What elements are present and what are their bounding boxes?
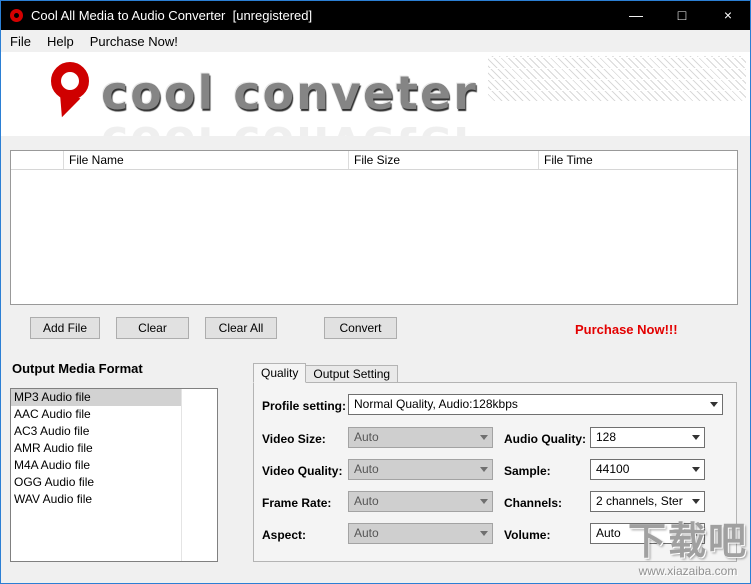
format-item-amr[interactable]: AMR Audio file: [11, 440, 181, 457]
logo-text: cool conveter: [101, 66, 478, 120]
format-item-m4a[interactable]: M4A Audio file: [11, 457, 181, 474]
chevron-down-icon: [475, 460, 492, 479]
aspect-value: Auto: [354, 524, 474, 543]
settings-tabs: Quality Output Setting: [253, 363, 397, 383]
add-file-button[interactable]: Add File: [30, 317, 100, 339]
column-index[interactable]: [11, 151, 64, 169]
chevron-down-icon: [705, 395, 722, 414]
app-icon: [10, 9, 23, 22]
chevron-down-icon: [687, 492, 704, 511]
frame-rate-label: Frame Rate:: [262, 496, 331, 510]
chevron-down-icon: [475, 492, 492, 511]
sample-value: 44100: [596, 460, 686, 479]
clear-all-button[interactable]: Clear All: [205, 317, 277, 339]
volume-label: Volume:: [504, 528, 550, 542]
minimize-button[interactable]: —: [613, 0, 659, 30]
audio-quality-select[interactable]: 128: [590, 427, 705, 448]
channels-label: Channels:: [504, 496, 562, 510]
chevron-down-icon: [475, 428, 492, 447]
watermark-text: 下载吧: [628, 522, 748, 564]
file-list-body: [11, 170, 737, 304]
channels-value: 2 channels, Ster: [596, 492, 686, 511]
chevron-down-icon: [687, 460, 704, 479]
menu-help[interactable]: Help: [39, 30, 82, 52]
video-quality-label: Video Quality:: [262, 464, 342, 478]
format-item-ac3[interactable]: AC3 Audio file: [11, 423, 181, 440]
output-format-list: MP3 Audio file AAC Audio file AC3 Audio …: [10, 388, 218, 562]
titlebar: Cool All Media to Audio Converter [unreg…: [0, 0, 751, 30]
menu-file[interactable]: File: [1, 30, 39, 52]
convert-button[interactable]: Convert: [324, 317, 397, 339]
chevron-down-icon: [687, 428, 704, 447]
banner-stripes-decoration: [488, 56, 746, 102]
frame-rate-value: Auto: [354, 492, 474, 511]
aspect-select: Auto: [348, 523, 493, 544]
aspect-label: Aspect:: [262, 528, 306, 542]
window-title: Cool All Media to Audio Converter [unreg…: [31, 8, 312, 23]
format-item-ogg[interactable]: OGG Audio file: [11, 474, 181, 491]
format-item-mp3[interactable]: MP3 Audio file: [11, 389, 181, 406]
clear-button[interactable]: Clear: [116, 317, 189, 339]
frame-rate-select: Auto: [348, 491, 493, 512]
window-controls: — □ ×: [613, 0, 751, 30]
maximize-button[interactable]: □: [659, 0, 705, 30]
column-file-name[interactable]: File Name: [64, 151, 349, 169]
audio-quality-value: 128: [596, 428, 686, 447]
site-watermark: 下载吧 www.xiazaiba.com: [628, 522, 748, 578]
video-size-select: Auto: [348, 427, 493, 448]
profile-setting-select[interactable]: Normal Quality, Audio:128kbps: [348, 394, 723, 415]
close-button[interactable]: ×: [705, 0, 751, 30]
sample-label: Sample:: [504, 464, 551, 478]
purchase-now-link[interactable]: Purchase Now!!!: [575, 322, 678, 337]
watermark-url: www.xiazaiba.com: [628, 564, 748, 578]
profile-setting-label: Profile setting:: [262, 399, 346, 413]
output-media-format-label: Output Media Format: [12, 361, 143, 376]
list-column-divider: [181, 389, 182, 561]
column-file-time[interactable]: File Time: [539, 151, 737, 169]
banner: cool conveter cool conveter: [1, 52, 750, 136]
tab-output-setting[interactable]: Output Setting: [305, 365, 398, 383]
logo-icon: [47, 60, 97, 118]
column-file-size[interactable]: File Size: [349, 151, 539, 169]
menu-purchase-now[interactable]: Purchase Now!: [82, 30, 186, 52]
sample-select[interactable]: 44100: [590, 459, 705, 480]
file-list-header: File Name File Size File Time: [11, 151, 737, 170]
audio-quality-label: Audio Quality:: [504, 432, 586, 446]
menubar: File Help Purchase Now!: [1, 30, 750, 52]
format-item-aac[interactable]: AAC Audio file: [11, 406, 181, 423]
video-quality-value: Auto: [354, 460, 474, 479]
video-quality-select: Auto: [348, 459, 493, 480]
video-size-label: Video Size:: [262, 432, 326, 446]
channels-select[interactable]: 2 channels, Ster: [590, 491, 705, 512]
tab-quality[interactable]: Quality: [253, 363, 306, 383]
format-item-wav[interactable]: WAV Audio file: [11, 491, 181, 508]
file-list: File Name File Size File Time: [10, 150, 738, 305]
logo-reflection: cool conveter: [101, 116, 478, 136]
chevron-down-icon: [475, 524, 492, 543]
profile-setting-value: Normal Quality, Audio:128kbps: [354, 395, 704, 414]
video-size-value: Auto: [354, 428, 474, 447]
